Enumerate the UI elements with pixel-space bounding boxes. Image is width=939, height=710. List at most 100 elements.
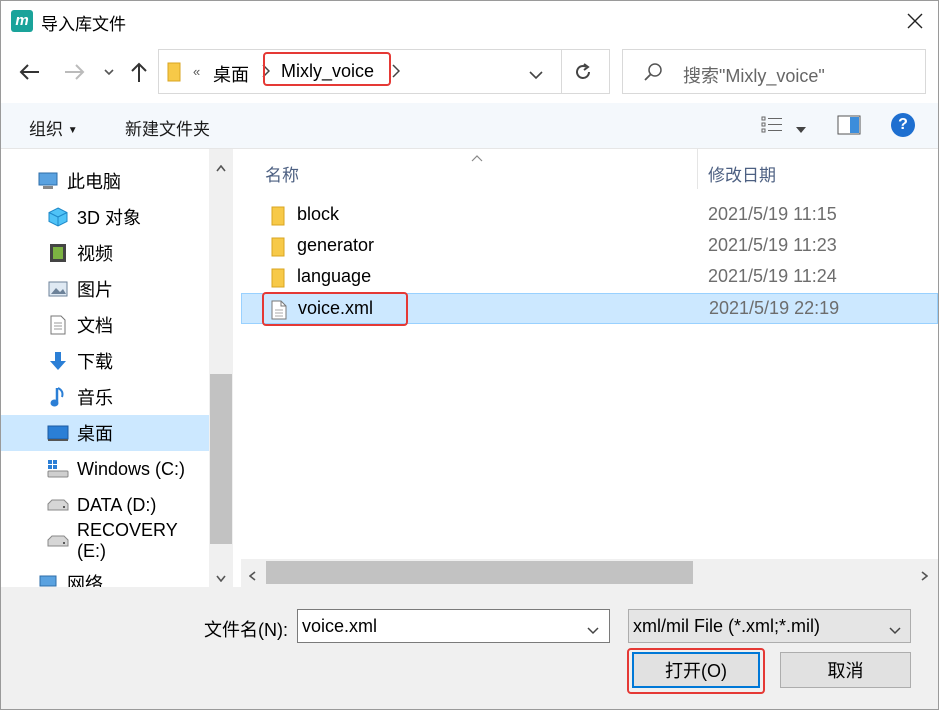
file-name: generator [297,235,375,255]
drive-icon [47,458,69,480]
filename-input[interactable]: voice.xml [297,609,610,643]
search-box[interactable]: 搜索"Mixly_voice" [622,49,926,94]
sidebar-item-videos[interactable]: 视频 [1,235,209,271]
refresh-icon [576,63,590,79]
computer-icon [37,170,59,192]
arrow-left-icon [19,64,39,80]
file-row-generator[interactable]: generator 2021/5/19 11:23 [241,231,938,262]
filename-label: 文件名(N): [204,620,288,640]
up-button[interactable] [125,57,153,87]
filename-history-button[interactable] [587,622,599,640]
list-view-icon [761,116,782,133]
search-icon [644,63,662,81]
view-dropdown-button[interactable] [796,120,806,138]
file-name: language [297,266,372,286]
music-icon [47,386,69,408]
file-date: 2021/5/19 11:24 [708,266,837,286]
sidebar-item-drive-e[interactable]: RECOVERY (E:) [1,520,209,561]
breadcrumb-overflow[interactable]: « [193,64,200,79]
refresh-button[interactable] [573,62,593,87]
sidebar-item-label: RECOVERY (E:) [77,520,178,561]
file-list-scroll-thumb[interactable] [266,561,693,584]
organize-label: 组织 [29,120,63,139]
scroll-left-icon[interactable] [248,568,256,586]
filetype-select[interactable]: xml/mil File (*.xml;*.mil) [628,609,911,643]
back-button[interactable] [13,57,45,87]
picture-icon [47,278,69,300]
sidebar-item-label: DATA (D:) [77,494,157,515]
navigation-scroll-thumb[interactable] [210,374,232,544]
network-icon [37,572,59,587]
scroll-down-icon[interactable] [216,569,226,587]
sidebar-item-downloads[interactable]: 下载 [1,343,209,379]
new-folder-button[interactable]: 新建文件夹 [125,115,210,140]
column-header-date[interactable]: 修改日期 [708,161,776,186]
document-icon [47,314,69,336]
chevron-down-icon [104,69,114,76]
sidebar-item-drive-c[interactable]: Windows (C:) [1,451,209,487]
folder-icon [271,206,285,226]
search-placeholder: 搜索"Mixly_voice" [683,66,825,86]
scroll-right-icon[interactable] [921,568,929,586]
highlight-box-folder [263,52,391,86]
sidebar-item-label: 图片 [77,280,113,300]
file-name: block [297,204,340,224]
caret-down-icon: ▼ [67,125,78,136]
help-button[interactable]: ? [891,113,915,137]
highlight-box-file [262,292,408,326]
close-icon [907,13,923,29]
sidebar-item-network[interactable]: 网络 [1,569,209,587]
sidebar-item-label: 音乐 [77,388,113,408]
file-date: 2021/5/19 11:15 [708,204,837,224]
desktop-icon [47,422,69,444]
organize-menu[interactable]: 组织 ▼ [29,115,78,140]
dialog-footer [1,587,938,709]
sidebar-item-music[interactable]: 音乐 [1,379,209,415]
chevron-down-icon [529,71,543,80]
drive-icon [47,494,69,516]
filetype-value: xml/mil File (*.xml;*.mil) [633,616,820,636]
caret-down-icon [796,127,806,133]
app-icon: m [11,10,33,32]
sidebar-item-drive-d[interactable]: DATA (D:) [1,487,209,523]
sidebar-item-pictures[interactable]: 图片 [1,271,209,307]
close-button[interactable] [893,1,937,41]
breadcrumb-desktop[interactable]: 桌面 [213,61,249,87]
sidebar-item-3d-objects[interactable]: 3D 对象 [1,199,209,235]
filename-value: voice.xml [302,616,378,636]
sidebar-item-documents[interactable]: 文档 [1,307,209,343]
highlight-box-open [627,648,765,694]
view-options-button[interactable] [761,115,783,140]
arrow-right-icon [65,64,85,80]
sidebar-item-label: 网络 [67,574,103,587]
breadcrumb-separator-icon[interactable] [392,62,401,83]
folder-icon [271,268,285,288]
sidebar-item-label: 下载 [77,352,113,372]
address-dropdown-button[interactable] [529,67,543,85]
command-bar: 组织 ▼ 新建文件夹 ? [1,103,938,149]
sidebar-item-label: 视频 [77,244,113,264]
cancel-button[interactable]: 取消 [780,652,911,688]
forward-button[interactable] [59,57,91,87]
scroll-up-icon[interactable] [216,159,226,177]
preview-pane-icon [837,115,861,135]
sort-ascending-icon [471,149,483,167]
recent-locations-button[interactable] [99,57,119,87]
chevron-down-icon [889,622,901,640]
window-title: 导入库文件 [41,15,126,34]
sidebar-item-this-pc[interactable]: 此电脑 [1,163,209,199]
file-row-block[interactable]: block 2021/5/19 11:15 [241,200,938,231]
file-row-language[interactable]: language 2021/5/19 11:24 [241,262,938,293]
drive-icon [47,530,69,552]
folder-icon [167,62,181,82]
column-header-name[interactable]: 名称 [265,161,299,186]
sidebar-item-desktop[interactable]: 桌面 [1,415,209,451]
sidebar-item-label: 文档 [77,316,113,336]
preview-pane-button[interactable] [837,115,861,140]
sidebar-item-label: 此电脑 [67,172,121,192]
sidebar-item-label: Windows (C:) [77,458,186,479]
file-date: 2021/5/19 11:23 [708,235,837,255]
folder-icon [271,237,285,257]
file-date: 2021/5/19 22:19 [709,298,840,318]
title-bar: m 导入库文件 [1,1,938,41]
